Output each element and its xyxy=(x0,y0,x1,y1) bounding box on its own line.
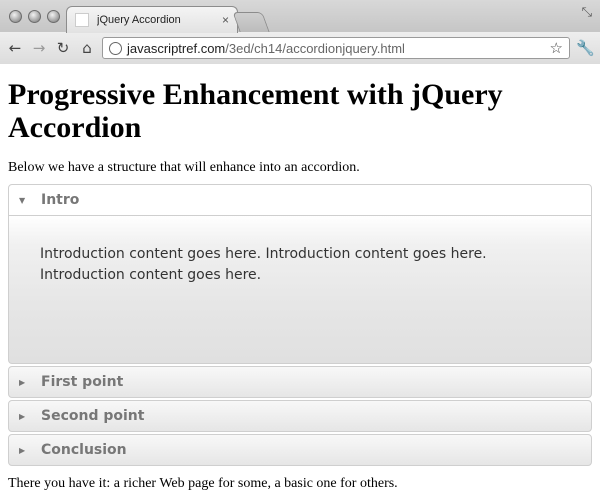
close-tab-icon[interactable]: × xyxy=(222,13,229,27)
zoom-window-button[interactable] xyxy=(47,10,60,23)
footer-text: There you have it: a richer Web page for… xyxy=(8,476,398,491)
triangle-down-icon: ▼ xyxy=(19,195,26,205)
fullscreen-icon[interactable]: ⤡ xyxy=(582,5,592,20)
home-icon[interactable]: ⌂ xyxy=(78,39,96,57)
accordion-panel-content: Introduction content goes here. Introduc… xyxy=(40,246,487,283)
window-controls xyxy=(9,10,60,23)
page-title: Progressive Enhancement with jQuery Acco… xyxy=(8,78,503,144)
url-path: /3ed/ch14/accordionjquery.html xyxy=(225,40,405,56)
url-text[interactable]: javascriptref.com/3ed/ch14/accordionjque… xyxy=(127,41,550,56)
accordion-header-first-point[interactable]: ▶ First point xyxy=(8,366,592,398)
star-icon[interactable]: ☆ xyxy=(550,39,563,57)
reload-icon[interactable]: ↻ xyxy=(54,39,72,57)
url-host: javascriptref.com xyxy=(127,40,226,56)
triangle-right-icon: ▶ xyxy=(19,377,26,387)
accordion-header-label: Conclusion xyxy=(41,442,127,458)
accordion-header-second-point[interactable]: ▶ Second point xyxy=(8,400,592,432)
accordion-header-conclusion[interactable]: ▶ Conclusion xyxy=(8,434,592,466)
accordion-header-label: Second point xyxy=(41,408,145,424)
accordion-header-intro[interactable]: ▼ Intro xyxy=(8,184,592,216)
triangle-right-icon: ▶ xyxy=(19,445,26,455)
accordion-header-label: Intro xyxy=(41,192,80,208)
minimize-window-button[interactable] xyxy=(28,10,41,23)
browser-chrome: jQuery Accordion × ⤡ ← → ↻ ⌂ javascriptr… xyxy=(0,0,600,64)
tab-jquery-accordion[interactable]: jQuery Accordion × xyxy=(66,6,238,33)
forward-icon[interactable]: → xyxy=(30,39,48,57)
wrench-icon[interactable]: 🔧 xyxy=(576,39,595,57)
page-icon xyxy=(75,13,89,27)
close-window-button[interactable] xyxy=(9,10,22,23)
back-icon[interactable]: ← xyxy=(6,39,24,57)
new-tab-button[interactable] xyxy=(232,12,270,32)
intro-text: Below we have a structure that will enha… xyxy=(8,160,360,175)
accordion-panel-intro: Introduction content goes here. Introduc… xyxy=(8,216,592,364)
triangle-right-icon: ▶ xyxy=(19,411,26,421)
globe-icon xyxy=(109,41,122,55)
tab-bar: jQuery Accordion × ⤡ xyxy=(0,0,600,33)
accordion-header-label: First point xyxy=(41,374,124,390)
page-content: Progressive Enhancement with jQuery Acco… xyxy=(0,78,600,492)
toolbar: ← → ↻ ⌂ javascriptref.com/3ed/ch14/accor… xyxy=(0,32,600,64)
accordion: ▼ Intro Introduction content goes here. … xyxy=(8,184,592,466)
tab-title: jQuery Accordion xyxy=(97,14,181,26)
address-bar[interactable]: javascriptref.com/3ed/ch14/accordionjque… xyxy=(102,37,570,59)
